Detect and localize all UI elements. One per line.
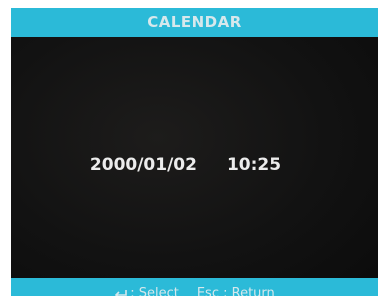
datetime-display: 2000/01/02 10:25 (11, 157, 369, 174)
screen-title: CALENDAR (147, 13, 242, 31)
select-label: : Select (130, 286, 179, 296)
device-screen: CALENDAR 2000/01/02 10:25 : Select Esc :… (11, 8, 378, 296)
status-bar: : Select Esc : Return (11, 278, 378, 296)
date-value[interactable]: 2000/01/02 (90, 157, 197, 174)
return-hint: Esc : Return (197, 287, 275, 296)
key-hints: : Select Esc : Return (114, 278, 275, 296)
time-value[interactable]: 10:25 (227, 157, 281, 174)
select-hint: : Select (114, 287, 179, 296)
enter-key-icon (114, 289, 128, 296)
return-label: Esc : Return (196, 286, 275, 296)
calendar-panel: 2000/01/02 10:25 (11, 37, 378, 278)
title-bar: CALENDAR (11, 8, 378, 37)
